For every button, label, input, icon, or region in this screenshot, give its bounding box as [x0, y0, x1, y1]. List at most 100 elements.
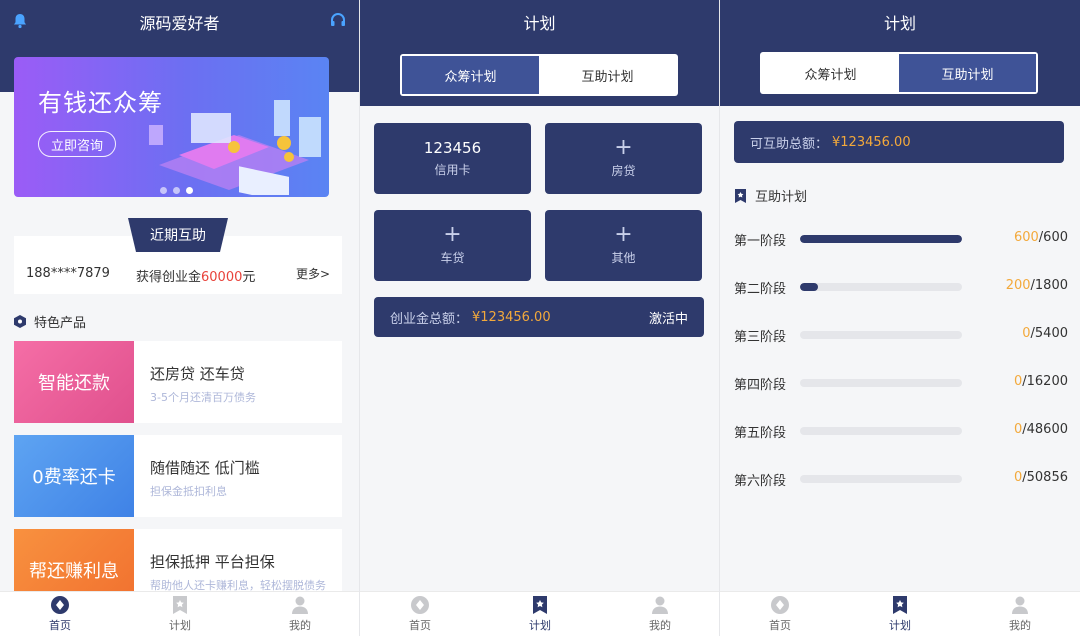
bottom-tabbar: 首页 计划 我的	[360, 591, 719, 636]
promo-banner[interactable]: 有钱还众筹 立即咨询	[14, 57, 329, 197]
stage-row: 第五阶段 0/48600	[734, 421, 1068, 441]
stage-total: 16200	[1026, 374, 1068, 389]
tab-mutual-plan[interactable]: 互助计划	[539, 56, 676, 94]
user-icon	[1012, 596, 1028, 614]
tab-plan-label: 计划	[529, 619, 551, 632]
recent-mutual-tab: 近期互助	[128, 218, 228, 252]
tab-plan[interactable]: 计划	[840, 592, 960, 636]
tab-mine[interactable]: 我的	[960, 592, 1080, 636]
mutual-plan-screen: 计划 众筹计划 互助计划 可互助总额： ¥123456.00 互助计划 第一阶段…	[720, 0, 1080, 636]
recent-amount: 60000	[201, 270, 243, 285]
tab-home[interactable]: 首页	[720, 592, 840, 636]
plan-title: 计划	[883, 14, 916, 33]
product-title: 还房贷 还车贷	[150, 365, 245, 383]
plan-segment: 众筹计划 互助计划	[400, 54, 678, 96]
stage-done: 0	[1013, 470, 1023, 485]
tab-plan[interactable]: 计划	[480, 592, 600, 636]
stage-progress-track	[800, 379, 962, 387]
product-subtitle: 帮助他人还卡赚利息，轻松摆脱债务	[150, 579, 326, 591]
tab-mutual-plan[interactable]: 互助计划	[899, 54, 1036, 92]
plus-icon: +	[443, 222, 462, 247]
stage-progress-track	[800, 475, 962, 483]
mutual-total-label: 可互助总额：	[750, 136, 829, 152]
car-loan-tile[interactable]: + 车贷	[374, 210, 531, 281]
stage-value: 0/5400	[1022, 326, 1068, 341]
tab-home-label: 首页	[769, 619, 791, 632]
mutual-total-amount: ¥123456.00	[832, 134, 911, 150]
crowdfund-plan-screen: 计划 众筹计划 互助计划 123456 信用卡 + 房贷 + 车贷 + 其他 创…	[360, 0, 720, 636]
stage-name: 第三阶段	[734, 330, 787, 345]
consult-button[interactable]: 立即咨询	[38, 131, 116, 157]
tab-home-label: 首页	[49, 619, 71, 632]
tab-mine[interactable]: 我的	[600, 592, 719, 636]
stage-progress-track	[800, 283, 962, 291]
stage-row: 第一阶段 600/600	[734, 229, 1068, 249]
product-title: 随借随还 低门槛	[150, 459, 260, 477]
product-subtitle: 3-5个月还清百万债务	[150, 391, 256, 404]
stage-row: 第四阶段 0/16200	[734, 373, 1068, 393]
stage-value: 600/600	[1014, 230, 1068, 245]
product-title: 担保抵押 平台担保	[150, 553, 275, 571]
tab-mine[interactable]: 我的	[240, 592, 359, 636]
mutual-total-bar: 可互助总额： ¥123456.00	[734, 121, 1064, 163]
stage-done: 0	[1013, 422, 1023, 437]
bottom-tabbar: 首页 计划 我的	[720, 591, 1080, 636]
stage-row: 第二阶段 200/1800	[734, 277, 1068, 297]
app-title: 源码爱好者	[139, 14, 220, 33]
product-card[interactable]: 智能还款 还房贷 还车贷 3-5个月还清百万债务	[14, 341, 342, 423]
activating-status[interactable]: 激活中	[649, 308, 688, 327]
headset-icon[interactable]	[329, 12, 347, 30]
home-screen: 源码爱好者 有钱还众筹 立即咨询 188****7879 获得创业金60000元…	[0, 0, 360, 636]
stage-name: 第五阶段	[734, 426, 787, 441]
mutual-plan-heading: 互助计划	[734, 186, 807, 205]
stage-total: 600	[1043, 230, 1068, 245]
recent-msg-prefix: 获得创业金	[136, 270, 202, 285]
plan-title: 计划	[523, 14, 556, 33]
mortgage-tile[interactable]: + 房贷	[545, 123, 702, 194]
tab-home[interactable]: 首页	[360, 592, 480, 636]
banner-dot-active[interactable]	[186, 187, 193, 194]
tab-mine-label: 我的	[649, 619, 671, 632]
home-header: 源码爱好者	[0, 0, 359, 44]
tab-plan-label: 计划	[169, 619, 191, 632]
home-icon	[411, 596, 429, 614]
product-card[interactable]: 帮还赚利息 担保抵押 平台担保 帮助他人还卡赚利息，轻松摆脱债务	[14, 529, 342, 591]
banner-dot[interactable]	[173, 187, 180, 194]
product-badge: 帮还赚利息	[14, 529, 134, 591]
tab-home-label: 首页	[409, 619, 431, 632]
bookmark-icon	[735, 188, 746, 203]
stage-total: 50856	[1026, 470, 1068, 485]
banner-dot[interactable]	[160, 187, 167, 194]
product-badge: 0费率还卡	[14, 435, 134, 517]
stage-progress-fill	[800, 235, 962, 243]
tab-home[interactable]: 首页	[0, 592, 120, 636]
other-tile[interactable]: + 其他	[545, 210, 702, 281]
tab-plan[interactable]: 计划	[120, 592, 240, 636]
hexagon-icon	[14, 315, 26, 328]
other-label: 其他	[611, 251, 636, 265]
stage-total: 5400	[1034, 326, 1068, 341]
more-link[interactable]: 更多>	[296, 265, 330, 282]
stage-progress-track	[800, 331, 962, 339]
featured-title: 特色产品	[34, 316, 87, 331]
tab-crowdfund-plan[interactable]: 众筹计划	[762, 54, 899, 92]
tab-crowdfund-plan[interactable]: 众筹计划	[402, 56, 539, 94]
banner-pagination[interactable]	[160, 187, 193, 194]
bell-icon[interactable]	[12, 13, 28, 29]
credit-card-tile[interactable]: 123456 信用卡	[374, 123, 531, 194]
car-loan-label: 车贷	[440, 251, 465, 265]
recent-phone: 188****7879	[26, 266, 110, 281]
user-icon	[652, 596, 668, 614]
stage-total: 48600	[1026, 422, 1068, 437]
plus-icon: +	[614, 222, 633, 247]
stage-progress-fill	[800, 283, 818, 291]
product-card[interactable]: 0费率还卡 随借随还 低门槛 担保金抵扣利息	[14, 435, 342, 517]
stage-name: 第二阶段	[734, 282, 787, 297]
banner-illustration	[149, 100, 321, 195]
featured-heading: 特色产品	[14, 312, 86, 331]
stage-value: 200/1800	[1006, 278, 1068, 293]
startup-total-label: 创业金总额：	[390, 311, 469, 327]
stage-value: 0/50856	[1014, 470, 1068, 485]
home-icon	[51, 596, 69, 614]
stage-value: 0/48600	[1014, 422, 1068, 437]
